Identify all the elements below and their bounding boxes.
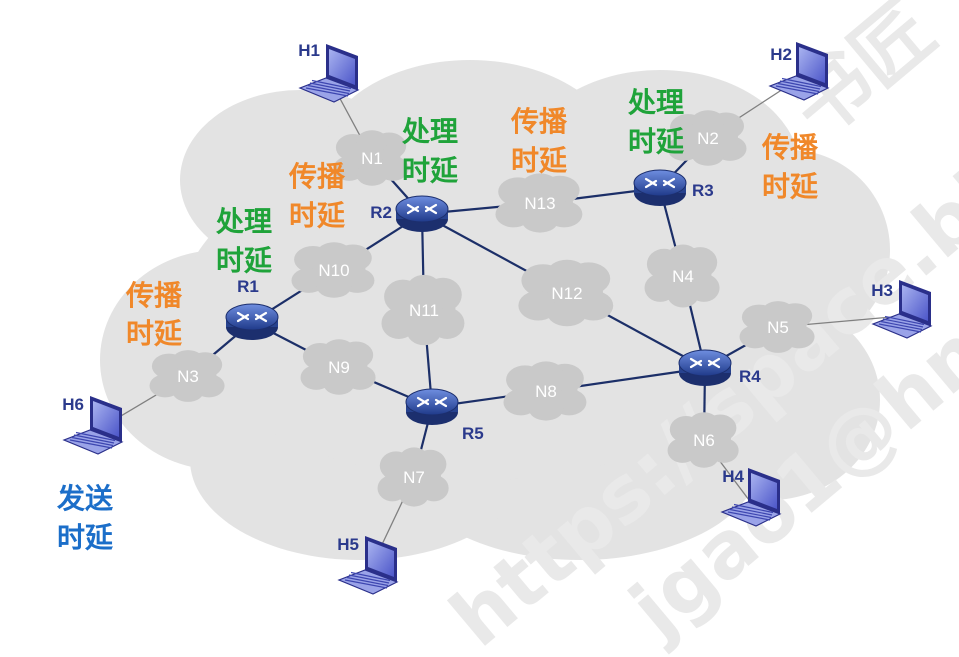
network-label: N13 [524,194,555,213]
delay-line-1: 传播 [510,105,568,138]
host-label: H4 [722,467,744,486]
delay-line-2: 时延 [511,144,568,177]
host-label: H1 [298,41,320,60]
delay-line-1: 传播 [288,160,346,193]
network-cloud-n7: N7 [377,447,449,507]
network-label: N9 [328,358,350,377]
delay-line-2: 时延 [628,125,685,158]
network-cloud-n10: N10 [291,242,375,298]
host-label: H5 [337,535,359,554]
router-label: R2 [370,203,392,222]
host-label: H2 [770,45,792,64]
host-label: H6 [62,395,84,414]
network-cloud-n12: N12 [518,259,614,327]
network-label: N1 [361,149,383,168]
network-label: N2 [697,129,719,148]
delay-line-1: 发送 [56,482,113,515]
delay-line-1: 处理 [627,86,684,119]
router-icon [395,195,449,232]
delay-line-1: 传播 [761,131,819,164]
router-icon [225,303,279,340]
network-cloud-n6: N6 [667,412,739,468]
router-icon [633,169,687,206]
network-cloud-n5: N5 [739,301,815,353]
network-cloud-n11: N11 [381,274,465,346]
delay-line-2: 时延 [126,317,183,350]
delay-line-2: 时延 [289,199,346,232]
network-cloud-n4: N4 [644,244,720,308]
router-label: R4 [739,367,761,386]
router-label: R5 [462,424,484,443]
delay-line-1: 处理 [401,115,458,148]
network-delay-diagram: https://space.bilibili.com jgao1@hnu.edu… [56,0,959,657]
router-label: R3 [692,181,714,200]
router-label: R1 [237,277,259,296]
network-cloud-n9: N9 [300,339,376,395]
network-label: N4 [672,267,694,286]
host-label: H3 [871,281,893,300]
router-icon [405,388,459,425]
network-cloud-n13: N13 [495,173,583,233]
network-label: N6 [693,431,715,450]
network-label: N3 [177,367,199,386]
network-label: N12 [551,284,582,303]
router-icon [678,349,732,386]
transmission-delay-label-h6: 发送 时延 [56,482,114,554]
network-label: N10 [318,261,349,280]
network-cloud-n3: N3 [149,350,225,402]
network-label: N8 [535,382,557,401]
network-label: N5 [767,318,789,337]
delay-line-1: 传播 [125,279,183,312]
delay-line-2: 时延 [402,154,459,187]
delay-line-1: 处理 [215,205,272,238]
network-label: N7 [403,468,425,487]
network-label: N11 [409,301,439,320]
delay-line-2: 时延 [762,170,819,203]
delay-line-2: 时延 [216,244,273,277]
delay-line-2: 时延 [57,521,114,554]
network-cloud-n8: N8 [503,361,587,421]
